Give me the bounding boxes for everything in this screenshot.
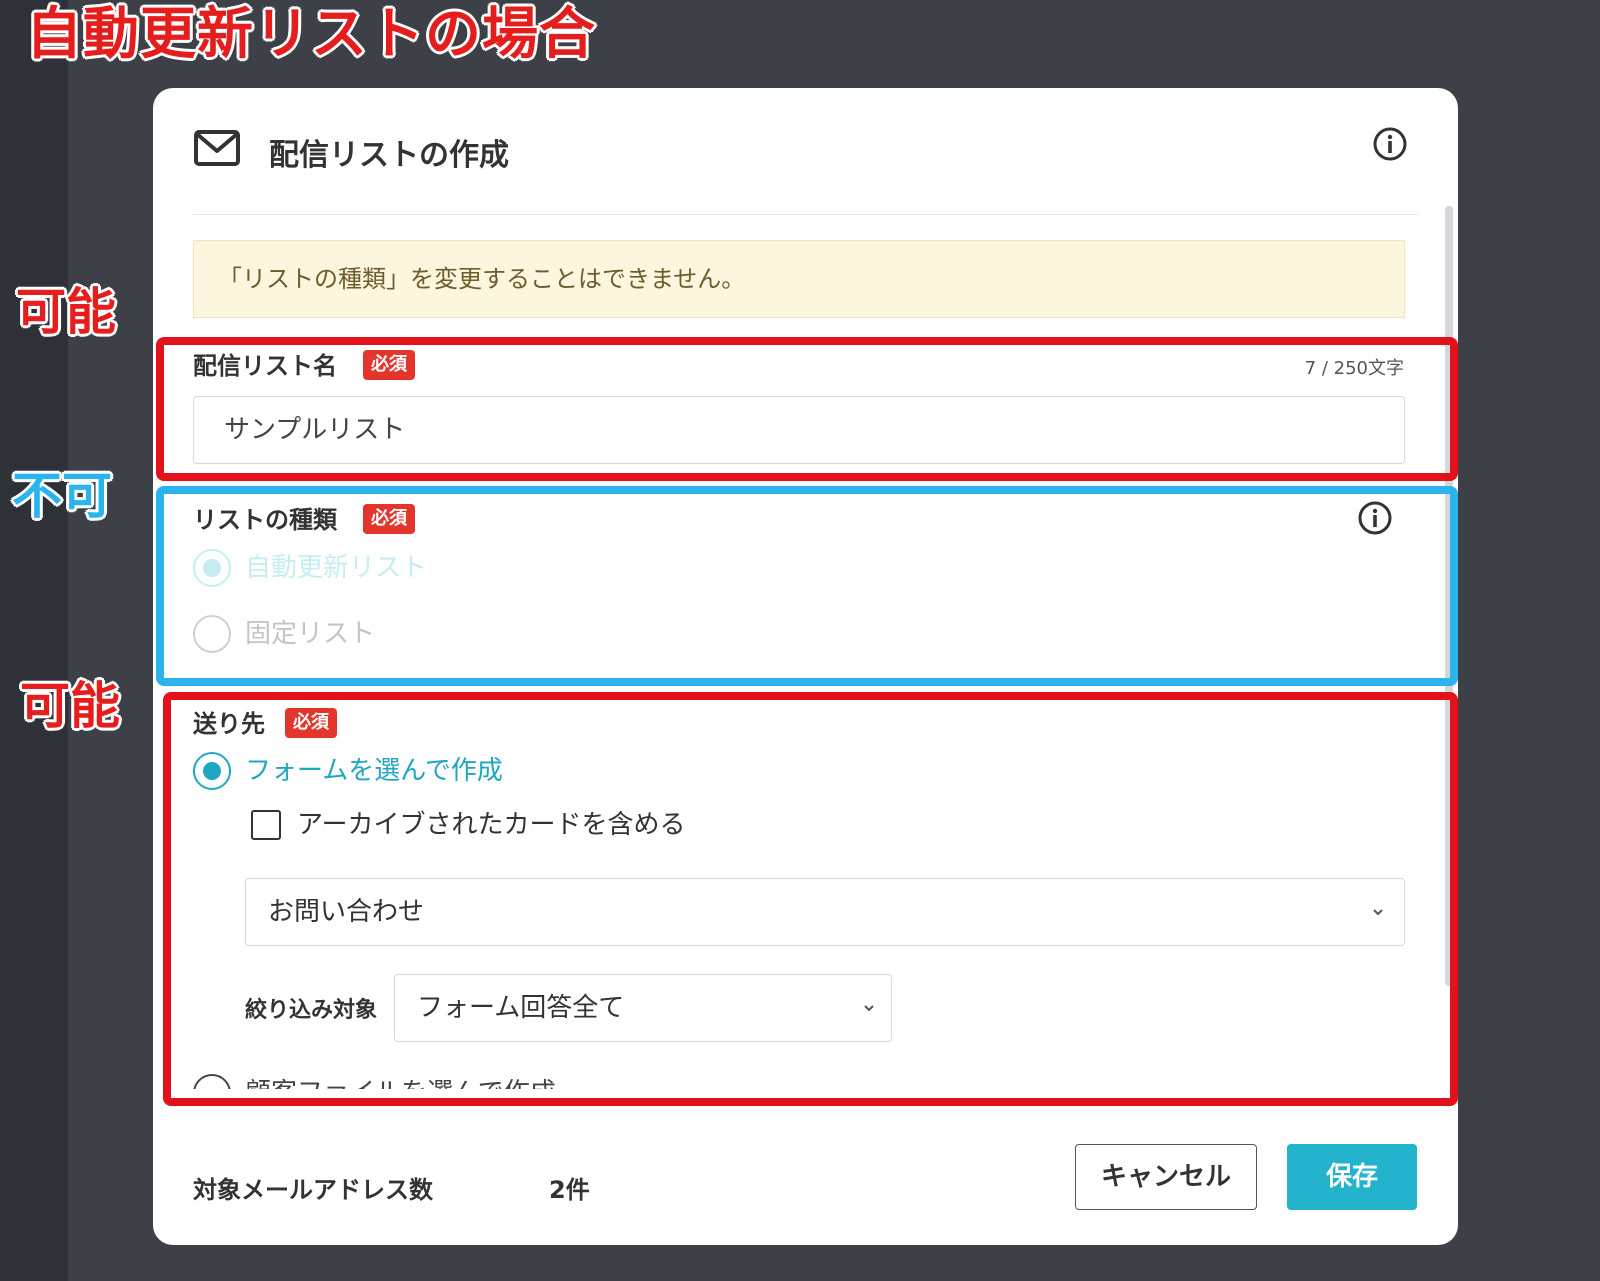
mail-icon xyxy=(194,130,240,166)
modal-title: 配信リストの作成 xyxy=(269,138,509,173)
annotation-title: 自動更新リストの場合 xyxy=(26,2,596,67)
annotation-possible-2: 可能 xyxy=(20,677,120,735)
cancel-button[interactable]: キャンセル xyxy=(1075,1144,1257,1210)
background-sidebar xyxy=(0,0,68,1281)
annotation-impossible: 不可 xyxy=(12,467,112,525)
target-count-label: 対象メールアドレス数 xyxy=(193,1176,433,1204)
save-button[interactable]: 保存 xyxy=(1287,1144,1417,1210)
target-count-value: 2件 xyxy=(549,1176,590,1204)
annotation-possible-1: 可能 xyxy=(16,283,116,341)
highlight-box-destination xyxy=(163,692,1458,1106)
notice-banner: 「リストの種類」を変更することはできません。 xyxy=(193,240,1405,318)
modal-header: 配信リストの作成 xyxy=(193,124,1418,215)
info-icon[interactable] xyxy=(1372,126,1408,162)
highlight-box-list-name xyxy=(156,337,1458,481)
highlight-box-list-type xyxy=(156,486,1458,686)
